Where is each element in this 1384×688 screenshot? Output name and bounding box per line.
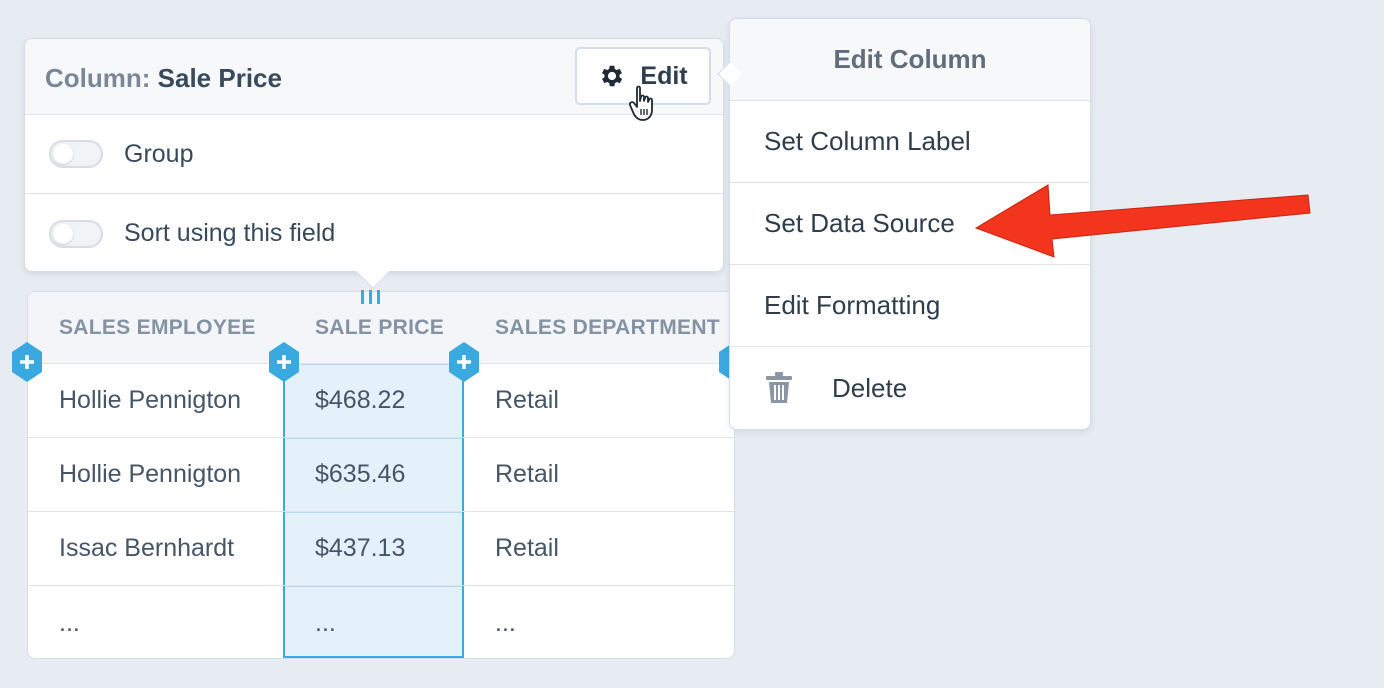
- column-title: Column: Sale Price: [45, 63, 282, 94]
- plus-icon: [449, 342, 479, 382]
- toggle-row-sort: Sort using this field: [25, 194, 723, 273]
- table-cell: ...: [315, 608, 336, 637]
- table-cell: Retail: [495, 534, 559, 562]
- table-row: Hollie Pennigton $635.46 Retail: [28, 438, 734, 512]
- table-cell: $468.22: [315, 386, 406, 414]
- table-cell: ...: [495, 608, 516, 637]
- column-title-label: Column:: [45, 63, 151, 93]
- toggle-knob: [53, 144, 73, 164]
- trash-icon: [766, 372, 792, 403]
- menu-item-label: Set Column Label: [764, 126, 971, 156]
- table-cell: Retail: [495, 460, 559, 488]
- edit-column-menu-title: Edit Column: [730, 19, 1090, 101]
- table-cell: $635.46: [315, 460, 406, 488]
- sort-toggle[interactable]: [49, 219, 103, 248]
- header-sales-employee[interactable]: SALES EMPLOYEE: [59, 292, 256, 363]
- column-popover-header: Column: Sale Price Edit: [25, 39, 723, 121]
- add-column-button[interactable]: [12, 342, 42, 382]
- add-column-button[interactable]: [269, 342, 299, 382]
- data-table: SALES EMPLOYEE SALE PRICE SALES DEPARTME…: [27, 291, 735, 659]
- menu-item-delete[interactable]: Delete: [730, 347, 1090, 429]
- group-toggle[interactable]: [49, 140, 103, 168]
- add-column-button[interactable]: [449, 342, 479, 382]
- table-cell: $437.13: [315, 534, 406, 562]
- table-row: Issac Bernhardt $437.13 Retail: [28, 512, 734, 586]
- column-title-value: Sale Price: [157, 63, 282, 93]
- menu-item-set-column-label[interactable]: Set Column Label: [730, 101, 1090, 183]
- table-cell: ...: [59, 608, 80, 637]
- table-cell: Issac Bernhardt: [59, 534, 235, 562]
- table-row: Hollie Pennigton $468.22 Retail: [28, 364, 734, 438]
- column-popover: Column: Sale Price Edit Group Sort using…: [24, 38, 724, 289]
- menu-item-edit-formatting[interactable]: Edit Formatting: [730, 265, 1090, 347]
- plus-icon: [12, 342, 42, 382]
- table-cell: Retail: [495, 386, 559, 414]
- gear-icon: [602, 65, 623, 87]
- menu-item-label: Edit Formatting: [764, 290, 941, 320]
- menu-item-label: Delete: [832, 372, 908, 403]
- header-sales-department[interactable]: SALES DEPARTMENT: [495, 292, 720, 363]
- plus-icon: [269, 342, 299, 382]
- drag-handle-icon[interactable]: [358, 290, 382, 304]
- arrow-annotation: [974, 184, 1311, 258]
- toggle-row-group: Group: [25, 115, 723, 194]
- table-row: ... ... ...: [28, 586, 734, 658]
- toggle-knob: [53, 223, 73, 244]
- table-cell: Hollie Pennigton: [59, 460, 242, 488]
- table-cell: Hollie Pennigton: [59, 386, 242, 414]
- menu-item-label: Set Data Source: [764, 208, 955, 238]
- sort-toggle-label: Sort using this field: [124, 219, 336, 247]
- group-toggle-label: Group: [124, 139, 194, 168]
